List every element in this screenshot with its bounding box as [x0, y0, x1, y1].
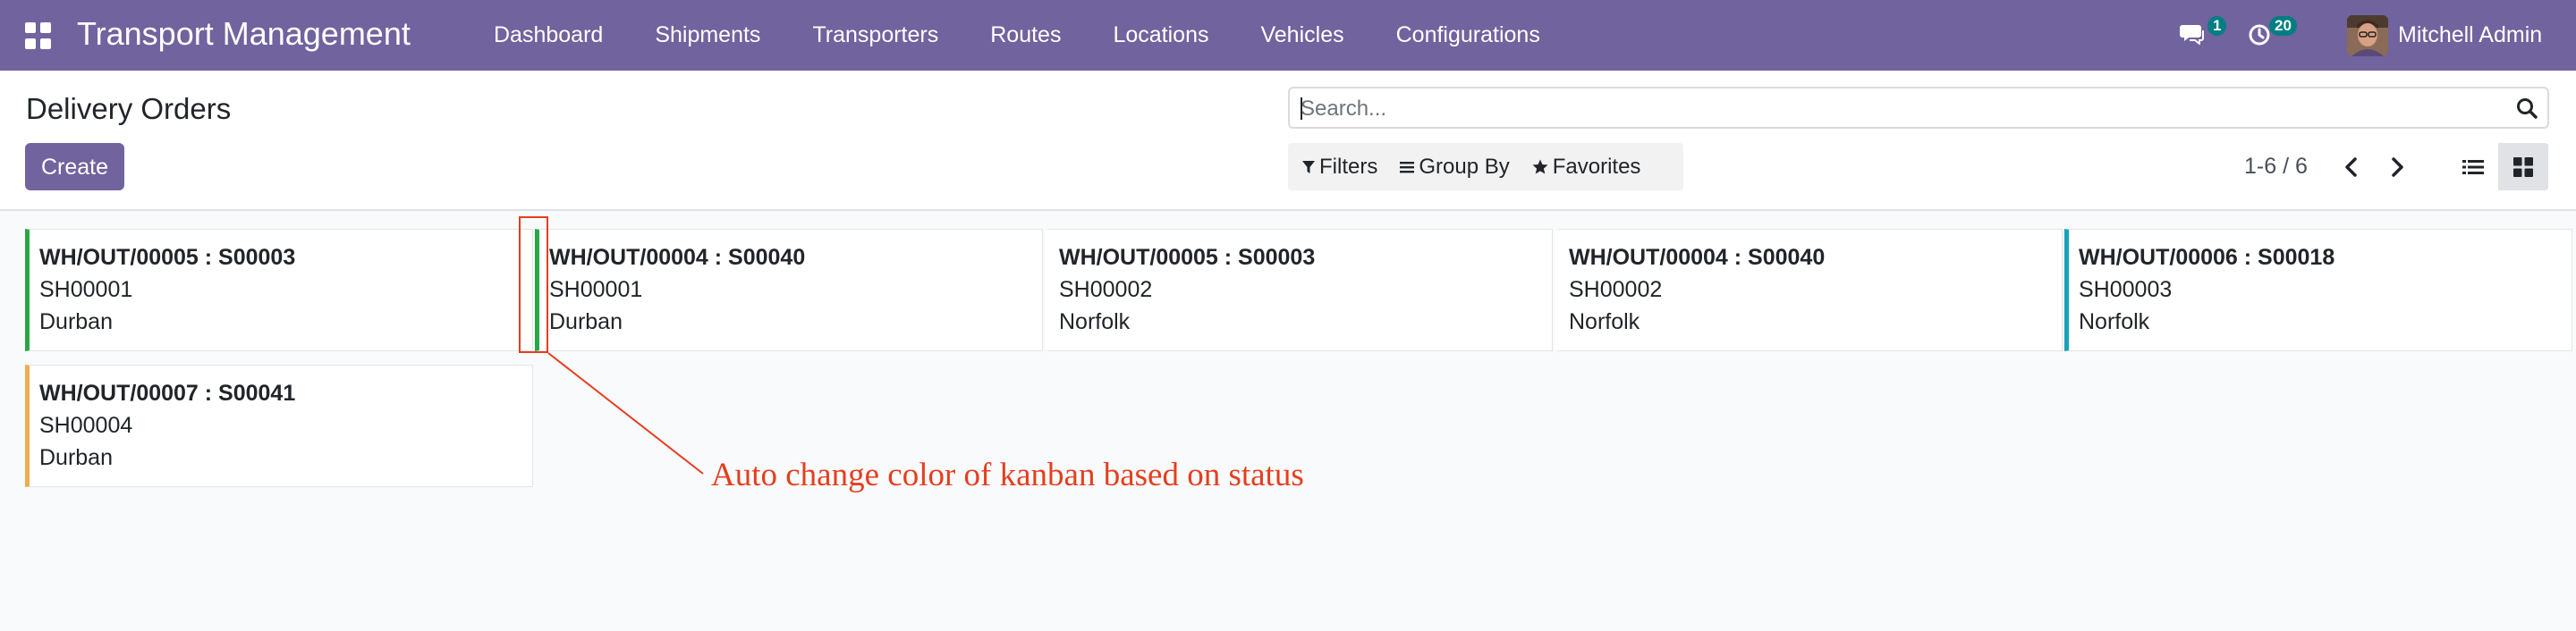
group-by-label: Group By: [1419, 154, 1510, 179]
card-title: WH/OUT/00005 : S00003: [1059, 245, 1316, 270]
activities-menu[interactable]: 20: [2248, 0, 2310, 71]
main-navbar: Transport Management Dashboard Shipments…: [0, 0, 2576, 71]
list-view-button[interactable]: [2448, 143, 2498, 190]
filters-button[interactable]: Filters: [1288, 155, 1385, 180]
card-location: Durban: [39, 445, 113, 470]
star-icon: [1532, 159, 1548, 174]
chat-icon: [2180, 25, 2204, 45]
card-location: Norfolk: [1569, 309, 1640, 334]
kanban-view-button[interactable]: [2498, 143, 2548, 190]
clock-icon: [2249, 24, 2270, 46]
user-avatar[interactable]: [2347, 15, 2388, 56]
view-switcher: [2448, 143, 2549, 190]
card-shipment: SH00004: [39, 413, 133, 438]
menu-item-dashboard[interactable]: Dashboard: [468, 0, 629, 71]
text-cursor: [1301, 97, 1302, 120]
menu-item-transporters[interactable]: Transporters: [786, 0, 964, 71]
card-location: Norfolk: [1059, 309, 1131, 334]
messages-count-badge: 1: [2207, 16, 2227, 36]
apps-grid-icon[interactable]: [25, 22, 52, 49]
menu-item-shipments[interactable]: Shipments: [629, 0, 786, 71]
card-shipment: SH00003: [2079, 277, 2173, 302]
kanban-card[interactable]: WH/OUT/00004 : S00040 SH00002 Norfolk: [1555, 229, 2063, 351]
top-menu: Dashboard Shipments Transporters Routes …: [468, 0, 1566, 71]
menu-item-vehicles[interactable]: Vehicles: [1234, 0, 1369, 71]
card-title: WH/OUT/00004 : S00040: [1569, 245, 1826, 270]
favorites-button[interactable]: Favorites: [1518, 155, 1649, 180]
search-box: [1288, 87, 2549, 129]
messages-menu[interactable]: 1: [2178, 0, 2227, 71]
card-location: Durban: [549, 309, 623, 334]
kanban-card[interactable]: WH/OUT/00005 : S00003 SH00002 Norfolk: [1045, 229, 1553, 351]
card-title: WH/OUT/00004 : S00040: [549, 245, 806, 270]
card-shipment: SH00002: [1569, 277, 1663, 302]
pager-value[interactable]: 1-6 / 6: [2244, 143, 2308, 190]
annotation-highlight-box: [519, 216, 548, 353]
search-input[interactable]: [1299, 88, 2492, 129]
kanban-card[interactable]: WH/OUT/00005 : S00003 SH00001 Durban: [25, 229, 533, 351]
create-button[interactable]: Create: [25, 143, 124, 190]
control-panel: Delivery Orders Create Filters Group By: [0, 71, 2576, 211]
card-shipment: SH00001: [549, 277, 643, 302]
kanban-card[interactable]: WH/OUT/00007 : S00041 SH00004 Durban: [25, 365, 533, 487]
search-icon[interactable]: [2515, 97, 2538, 120]
bars-icon: [1400, 161, 1415, 172]
list-icon: [2462, 159, 2484, 174]
card-shipment: SH00002: [1059, 277, 1153, 302]
card-location: Norfolk: [2079, 309, 2150, 334]
app-title[interactable]: Transport Management: [77, 14, 411, 54]
filters-label: Filters: [1319, 154, 1378, 179]
activities-count-badge: 20: [2269, 16, 2297, 36]
card-location: Durban: [39, 309, 113, 334]
menu-item-locations[interactable]: Locations: [1087, 0, 1234, 71]
search-options-bar: Filters Group By Favorites: [1288, 143, 1683, 190]
favorites-label: Favorites: [1552, 154, 1641, 179]
chevron-right-icon[interactable]: [2384, 154, 2411, 181]
kanban-card[interactable]: WH/OUT/00006 : S00018 SH00003 Norfolk: [2064, 229, 2572, 351]
menu-item-routes[interactable]: Routes: [964, 0, 1087, 71]
kanban-grid-icon: [2513, 156, 2533, 177]
kanban-card[interactable]: WH/OUT/00004 : S00040 SH00001 Durban: [535, 229, 1043, 351]
filter-icon: [1302, 160, 1315, 173]
page-title: Delivery Orders: [26, 92, 232, 125]
annotation-text: Auto change color of kanban based on sta…: [711, 457, 1304, 493]
card-shipment: SH00001: [39, 277, 133, 302]
menu-item-configurations[interactable]: Configurations: [1370, 0, 1566, 71]
card-title: WH/OUT/00006 : S00018: [2079, 245, 2335, 270]
group-by-button[interactable]: Group By: [1385, 155, 1517, 180]
card-title: WH/OUT/00005 : S00003: [39, 245, 296, 270]
card-title: WH/OUT/00007 : S00041: [39, 381, 296, 406]
user-name[interactable]: Mitchell Admin: [2398, 0, 2542, 71]
chevron-left-icon[interactable]: [2338, 154, 2365, 181]
